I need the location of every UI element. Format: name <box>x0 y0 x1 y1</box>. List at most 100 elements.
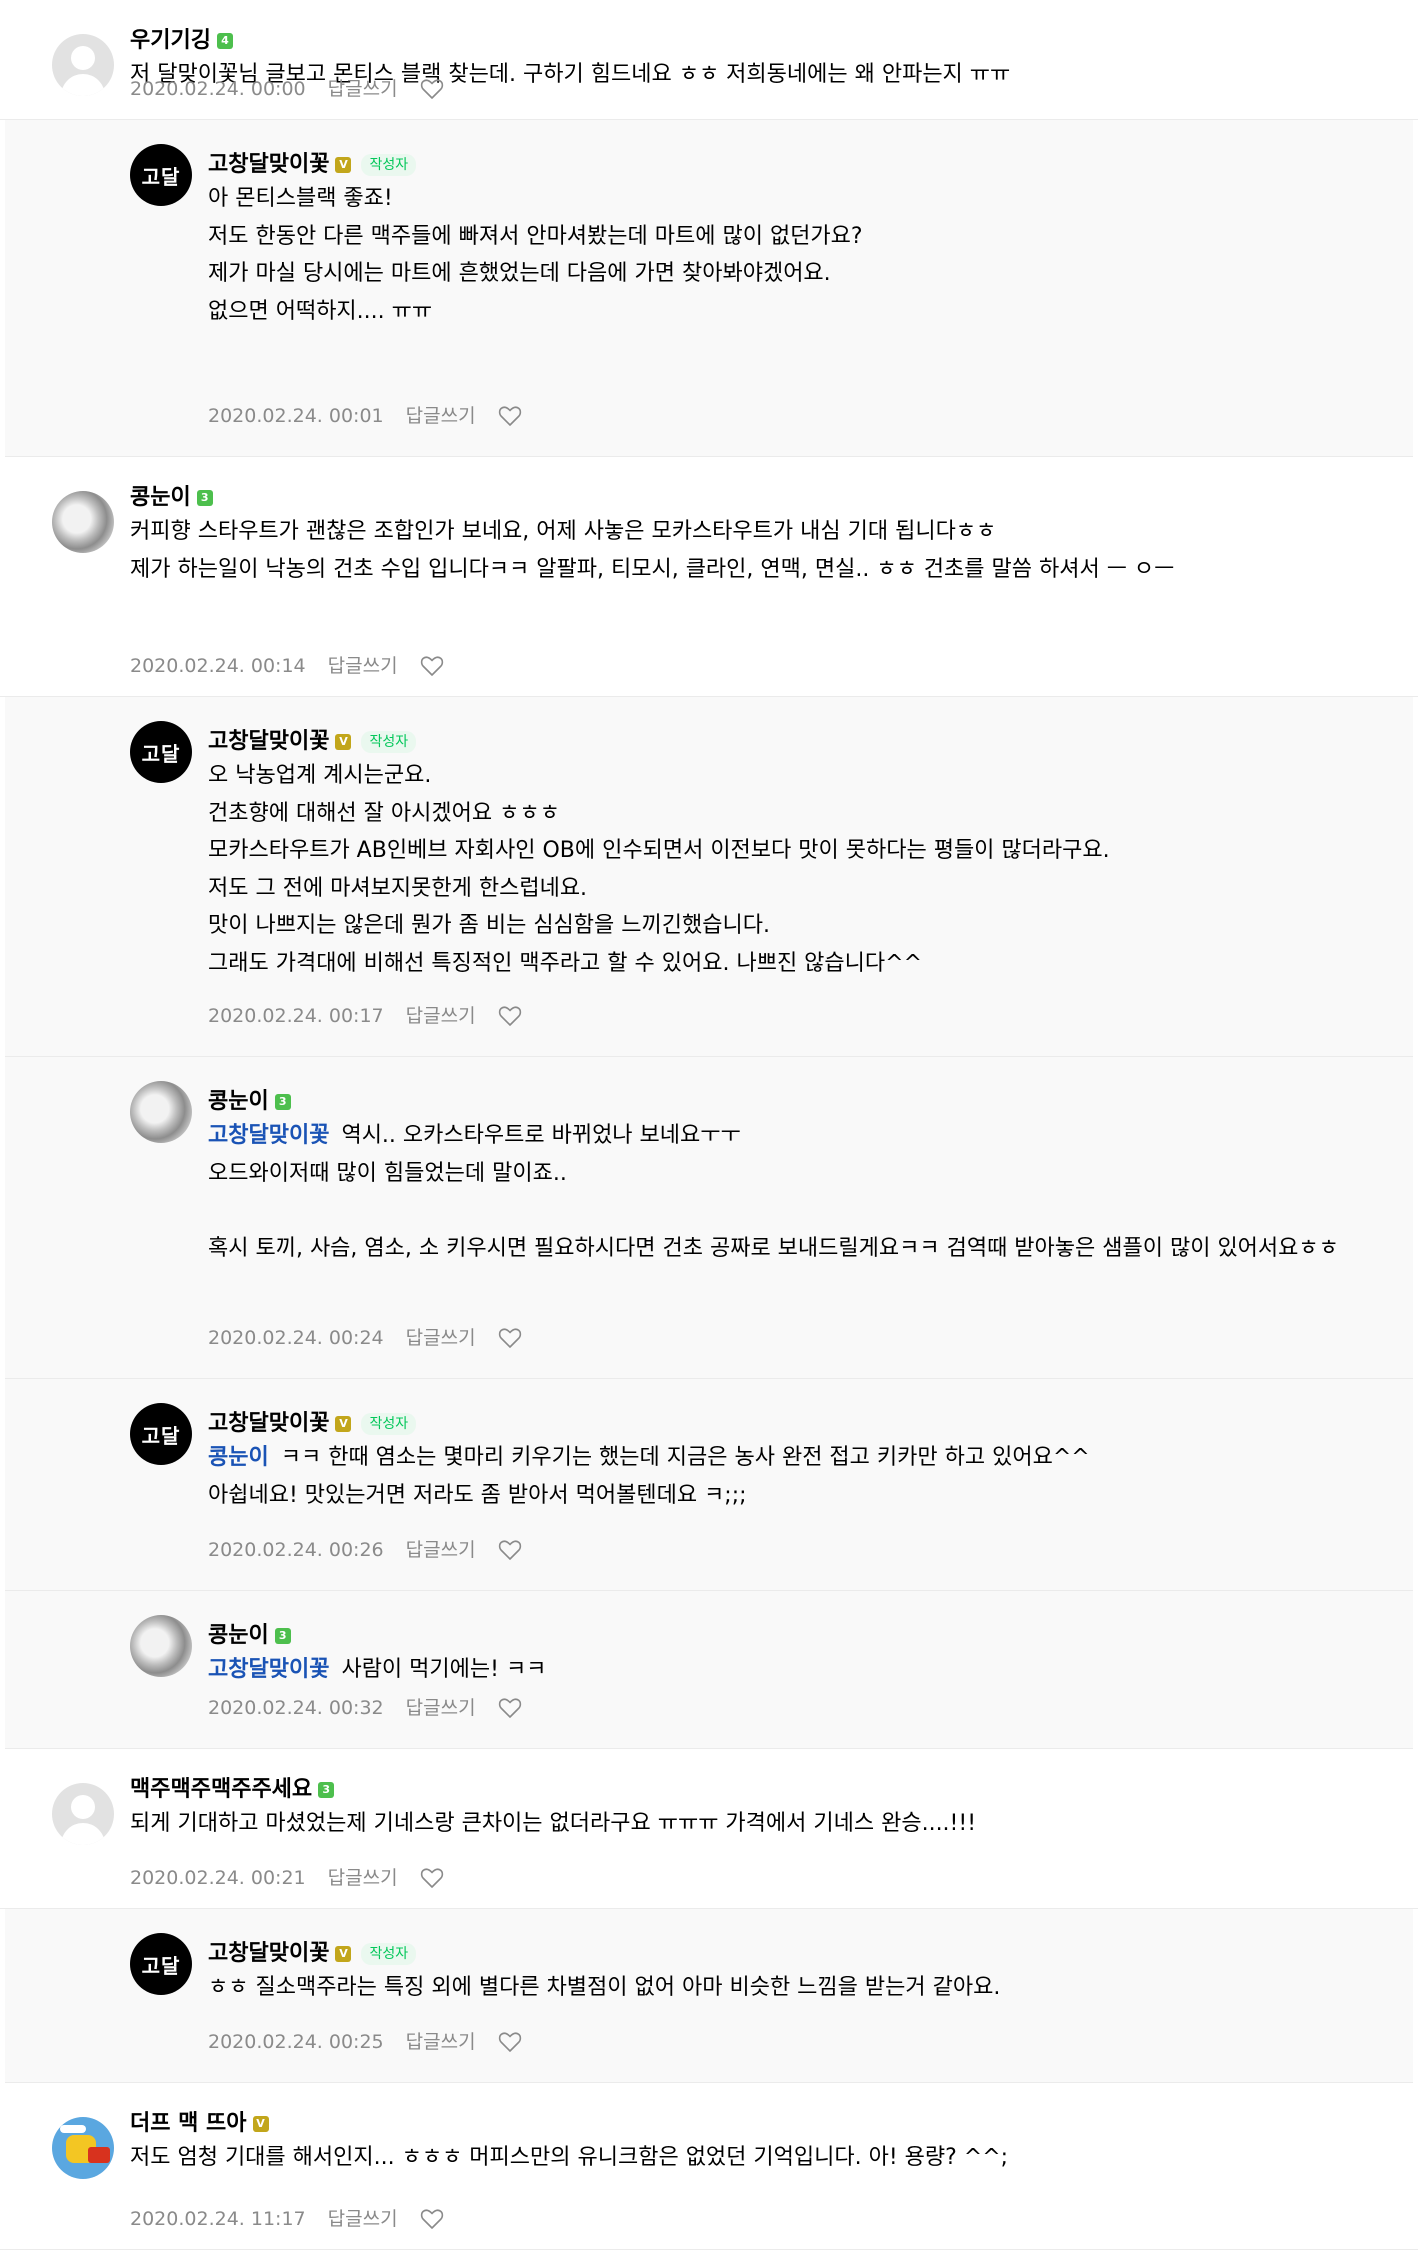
heart-icon[interactable] <box>498 1327 522 1349</box>
comment-line: 혹시 토끼, 사슴, 염소, 소 키우시면 필요하시다면 건초 공짜로 보내드릴… <box>208 1235 1339 1261</box>
comment-meta: 2020.02.24. 00:01 답글쓰기 <box>208 403 522 429</box>
comment-text: 저도 엄청 기대를 해서인지... ㅎㅎㅎ 머피스만의 유니크함은 없었던 기억… <box>130 2139 1410 2177</box>
avatar[interactable] <box>130 1081 192 1143</box>
author-row: 맥주맥주맥주주세요 3 <box>130 1775 335 1805</box>
author-row: 고창달맞이꽃 V 작성자 <box>208 727 417 757</box>
author-name[interactable]: 고창달맞이꽃 <box>208 1409 329 1439</box>
heart-icon[interactable] <box>498 1005 522 1027</box>
comment-meta: 2020.02.24. 00:25 답글쓰기 <box>208 2029 522 2055</box>
mention-link[interactable]: 고창달맞이꽃 <box>208 1123 329 1148</box>
level-badge: V <box>335 1946 352 1962</box>
comment-line-text: ㅋㅋ 한때 염소는 몇마리 키우기는 했는데 지금은 농사 완전 접고 키카만 … <box>280 1445 1090 1470</box>
author-tag-badge: 작성자 <box>361 731 417 753</box>
reply-button[interactable]: 답글쓰기 <box>328 1865 398 1891</box>
heart-icon[interactable] <box>420 655 444 677</box>
avatar-shape-red <box>88 2147 110 2163</box>
avatar-logo-text: 고달 <box>141 1423 181 1448</box>
avatar[interactable] <box>130 1615 192 1677</box>
comment-date: 2020.02.24. 00:00 <box>130 78 306 100</box>
comment-date: 2020.02.24. 00:21 <box>130 1867 306 1889</box>
avatar[interactable]: 고달 <box>130 721 192 783</box>
comment-line: 맛이 나쁘지는 않은데 뭔가 좀 비는 심심함을 느끼긴했습니다. <box>208 913 770 938</box>
author-tag-badge: 작성자 <box>361 1943 417 1965</box>
comment-line: 제가 마실 당시에는 마트에 흔했었는데 다음에 가면 찾아봐야겠어요. <box>208 261 831 286</box>
avatar[interactable]: 고달 <box>130 1403 192 1465</box>
reply-button[interactable]: 답글쓰기 <box>406 1695 476 1721</box>
comment-line <box>208 1192 1405 1230</box>
reply-button[interactable]: 답글쓰기 <box>328 653 398 679</box>
comment-text: ㅎㅎ 질소맥주라는 특징 외에 별다른 차별점이 없어 아마 비슷한 느낌을 받… <box>208 1969 1405 2007</box>
comment-list: 우기기깅 4 저 달맞이꽃님 글보고 몬티스 블랙 찾는데. 구하기 힘드네요 ㅎㅎ… <box>0 0 1418 2250</box>
reply-comment: 고달 고창달맞이꽃 V 작성자 아 몬티스블랙 좋죠! 저도 한동안 다른 맥주들에 빠져… <box>5 120 1413 457</box>
avatar-head-shape <box>71 1795 95 1819</box>
heart-icon[interactable] <box>498 1697 522 1719</box>
comment-text: 되게 기대하고 마셨었는제 기네스랑 큰차이는 없더라구요 ㅠㅠㅠ 가격에서 기… <box>130 1805 1410 1843</box>
reply-button[interactable]: 답글쓰기 <box>406 1537 476 1563</box>
comment-meta: 2020.02.24. 00:00 답글쓰기 <box>130 76 444 102</box>
author-name[interactable]: 콩눈이 <box>208 1621 269 1651</box>
avatar-body-shape <box>61 1823 105 1845</box>
reply-button[interactable]: 답글쓰기 <box>328 2206 398 2232</box>
author-row: 우기기깅 4 <box>130 26 233 56</box>
comment-line: 저도 엄청 기대를 해서인지... ㅎㅎㅎ 머피스만의 유니크함은 없었던 기억… <box>130 2145 1009 2170</box>
heart-icon[interactable] <box>420 1867 444 1889</box>
comment-item: 맥주맥주맥주주세요 3 되게 기대하고 마셨었는제 기네스랑 큰차이는 없더라구요 … <box>0 1749 1418 1909</box>
heart-icon[interactable] <box>498 405 522 427</box>
author-name[interactable]: 콩눈이 <box>208 1087 269 1117</box>
comment-date: 2020.02.24. 00:32 <box>208 1697 384 1719</box>
comment-item: 우기기깅 4 저 달맞이꽃님 글보고 몬티스 블랙 찾는데. 구하기 힘드네요 ㅎㅎ… <box>0 0 1418 120</box>
author-name[interactable]: 우기기깅 <box>130 26 211 56</box>
mention-link[interactable]: 콩눈이 <box>208 1445 269 1470</box>
heart-icon[interactable] <box>420 2208 444 2230</box>
comment-line-text: 역시.. 오카스타우트로 바뀌었나 보네요ㅜㅜ <box>341 1123 741 1148</box>
mention-link[interactable]: 고창달맞이꽃 <box>208 1657 329 1682</box>
level-badge: 3 <box>196 490 213 506</box>
comment-line: 콩눈이 ㅋㅋ 한때 염소는 몇마리 키우기는 했는데 지금은 농사 완전 접고 키… <box>208 1439 1405 1477</box>
reply-button[interactable]: 답글쓰기 <box>328 76 398 102</box>
comment-line: 저도 한동안 다른 맥주들에 빠져서 안마셔봤는데 마트에 많이 없던가요? <box>208 223 863 249</box>
avatar-logo-text: 고달 <box>141 741 181 766</box>
comment-line: 모카스타우트가 AB인베브 자회사인 OB에 인수되면서 이전보다 맛이 못하다… <box>208 838 1110 863</box>
avatar-logo-text: 고달 <box>141 164 181 189</box>
comment-text: 콩눈이 ㅋㅋ 한때 염소는 몇마리 키우기는 했는데 지금은 농사 완전 접고 키… <box>208 1439 1405 1514</box>
comment-item: 콩눈이 3 커피향 스타우트가 괜찮은 조합인가 보네요, 어제 사놓은 모카스타우… <box>0 457 1418 697</box>
avatar[interactable] <box>52 491 114 553</box>
comment-line: 그래도 가격대에 비해선 특징적인 맥주라고 할 수 있어요. 나쁘진 않습니다… <box>208 950 923 976</box>
avatar[interactable]: 고달 <box>130 144 192 206</box>
comment-line: 고창달맞이꽃 역시.. 오카스타우트로 바뀌었나 보네요ㅜㅜ <box>208 1117 1405 1155</box>
author-name[interactable]: 더프 맥 뜨아 <box>130 2109 247 2139</box>
avatar[interactable]: 고달 <box>130 1933 192 1995</box>
author-name[interactable]: 맥주맥주맥주주세요 <box>130 1775 312 1805</box>
comment-line: 아쉽네요! 맛있는거면 저라도 좀 받아서 먹어볼텐데요 ㅋ;;; <box>208 1482 747 1508</box>
avatar[interactable] <box>52 1783 114 1845</box>
reply-button[interactable]: 답글쓰기 <box>406 1003 476 1029</box>
author-tag-badge: 작성자 <box>361 1413 417 1435</box>
comment-line: 커피향 스타우트가 괜찮은 조합인가 보네요, 어제 사놓은 모카스타우트가 내… <box>130 519 997 544</box>
avatar[interactable] <box>52 34 114 96</box>
avatar-logo-text: 고달 <box>141 1953 181 1978</box>
author-name[interactable]: 고창달맞이꽃 <box>208 727 329 757</box>
reply-button[interactable]: 답글쓰기 <box>406 1325 476 1351</box>
comment-date: 2020.02.24. 00:17 <box>208 1005 384 1027</box>
comment-line: 저도 그 전에 마셔보지못한게 한스럽네요. <box>208 875 588 901</box>
author-name[interactable]: 고창달맞이꽃 <box>208 1939 329 1969</box>
avatar-body-shape <box>61 74 105 96</box>
level-badge: 3 <box>318 1782 335 1798</box>
reply-comment: 콩눈이 3 고창달맞이꽃 사람이 먹기에는! ㅋㅋ 2020.02.24. 00:32 답… <box>5 1591 1413 1749</box>
author-name[interactable]: 고창달맞이꽃 <box>208 150 329 180</box>
reply-button[interactable]: 답글쓰기 <box>406 403 476 429</box>
author-row: 콩눈이 3 <box>208 1621 291 1651</box>
level-badge: 3 <box>274 1094 291 1110</box>
heart-icon[interactable] <box>420 78 444 100</box>
author-name[interactable]: 콩눈이 <box>130 483 191 513</box>
reply-button[interactable]: 답글쓰기 <box>406 2029 476 2055</box>
comment-line: 오드와이저때 많이 힘들었는데 말이죠.. <box>208 1160 567 1186</box>
heart-icon[interactable] <box>498 1539 522 1561</box>
reply-comment: 콩눈이 3 고창달맞이꽃 역시.. 오카스타우트로 바뀌었나 보네요ㅜㅜ 오드와이저때 … <box>5 1057 1413 1379</box>
heart-icon[interactable] <box>498 2031 522 2053</box>
avatar[interactable] <box>52 2117 114 2179</box>
comment-meta: 2020.02.24. 00:32 답글쓰기 <box>208 1695 522 1721</box>
comment-line: 없으면 어떡하지.... ㅠㅠ <box>208 298 433 324</box>
author-tag-badge: 작성자 <box>361 154 417 176</box>
comment-date: 2020.02.24. 00:24 <box>208 1327 384 1349</box>
